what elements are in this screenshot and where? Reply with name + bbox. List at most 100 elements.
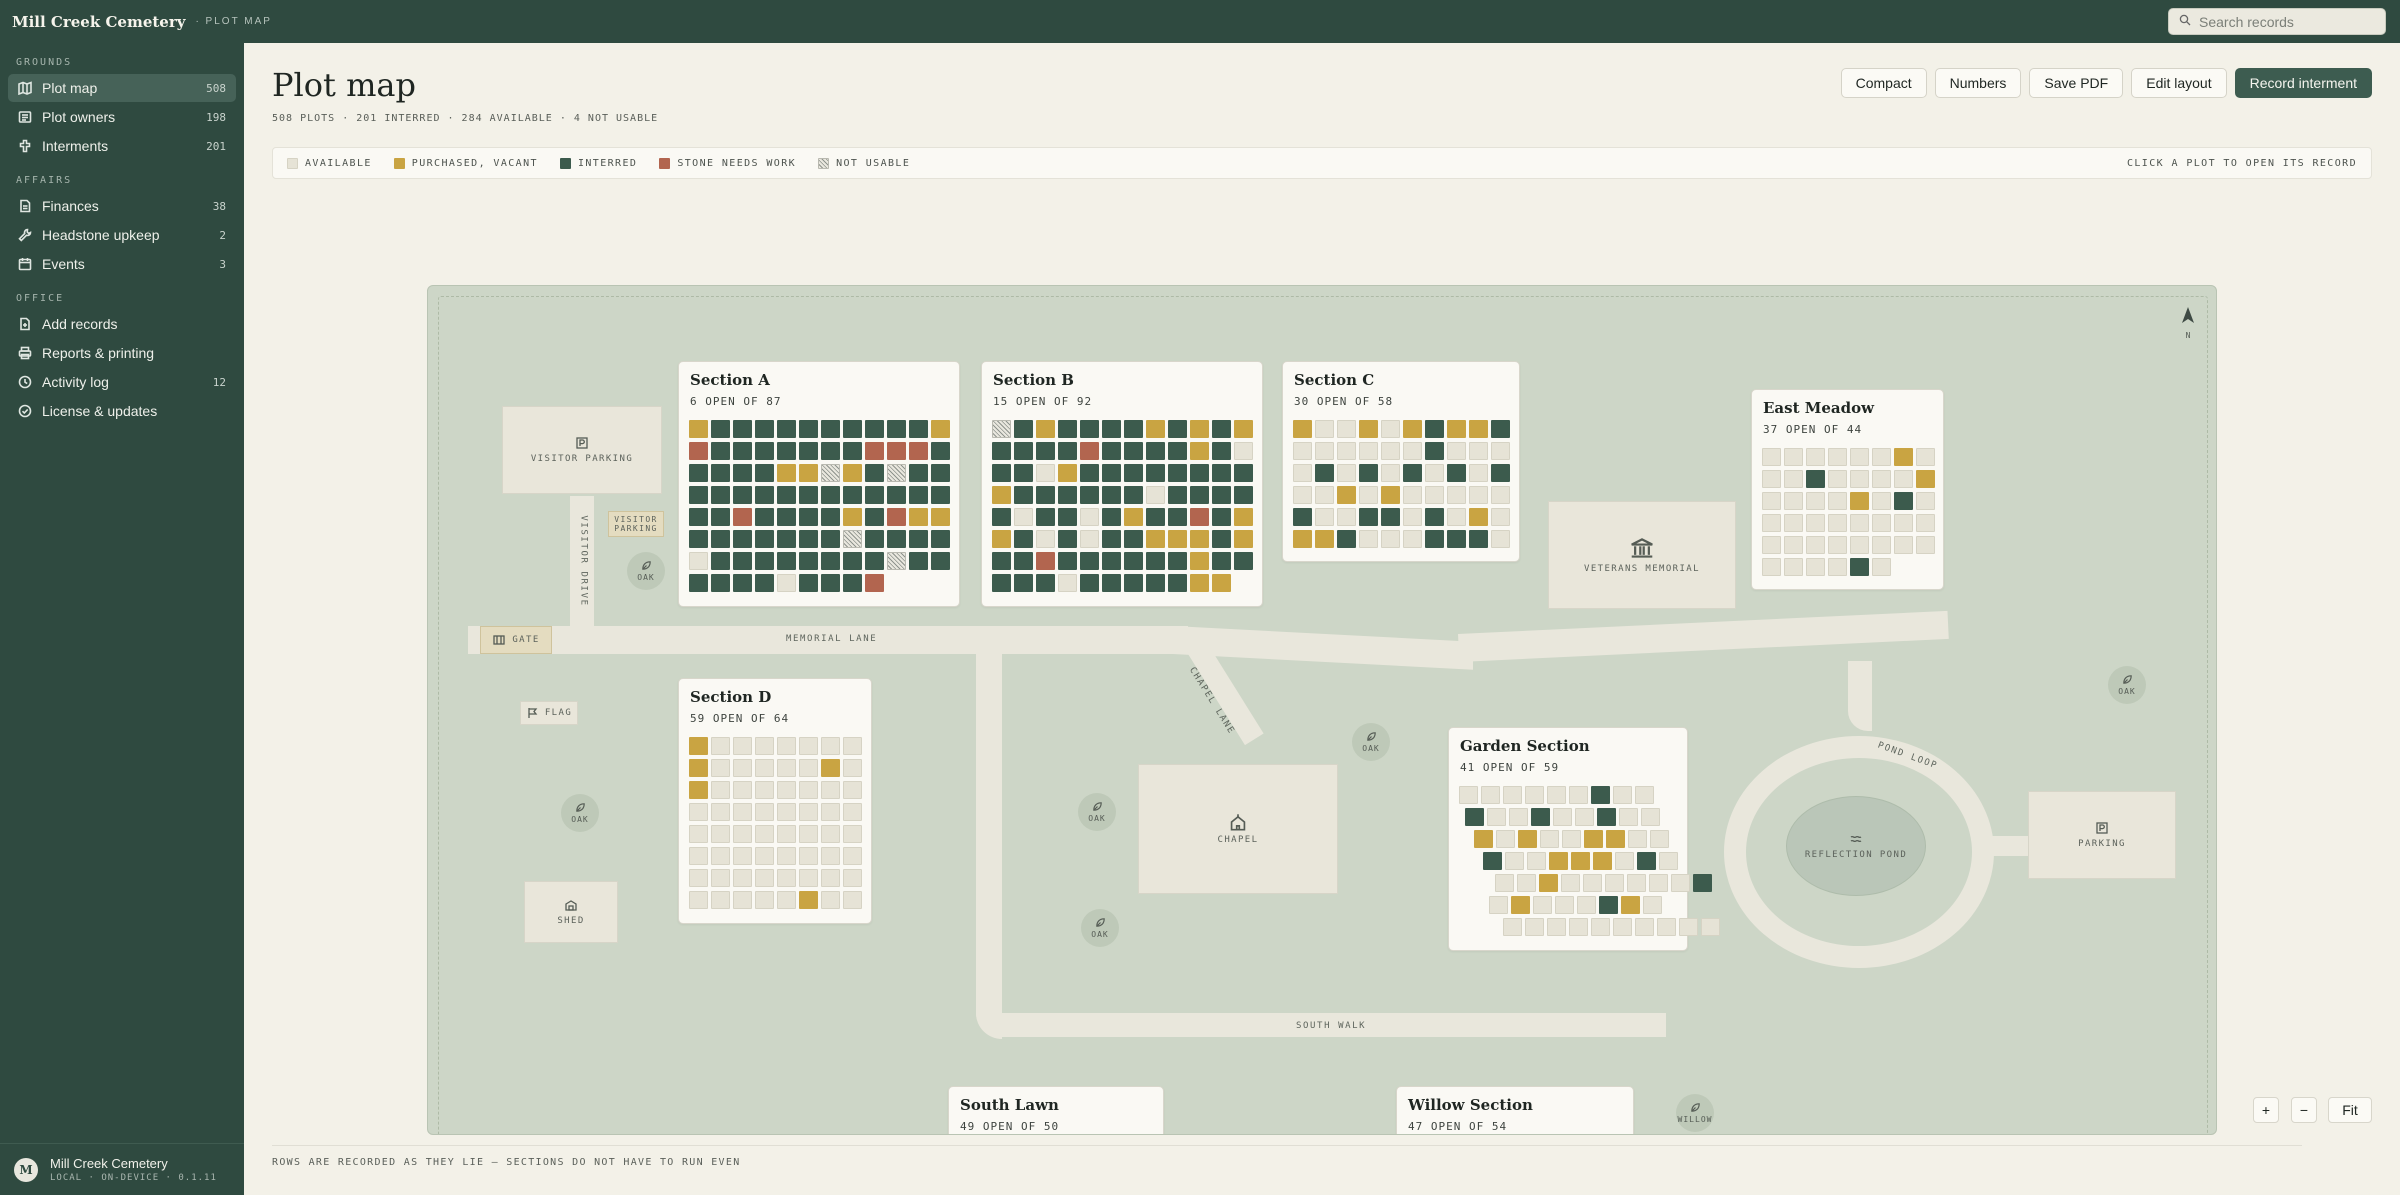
plot[interactable] — [1828, 536, 1847, 554]
section-section-a[interactable]: Section A 6 OPEN OF 87 — [678, 361, 960, 607]
plot[interactable] — [1511, 896, 1530, 914]
plot[interactable] — [1693, 874, 1712, 892]
plot[interactable] — [821, 891, 840, 909]
plot[interactable] — [1495, 874, 1514, 892]
plot[interactable] — [1562, 830, 1581, 848]
plot[interactable] — [1315, 530, 1334, 548]
plot[interactable] — [1315, 464, 1334, 482]
plot[interactable] — [1425, 464, 1444, 482]
plot[interactable] — [909, 552, 928, 570]
plot[interactable] — [1518, 830, 1537, 848]
plot[interactable] — [1459, 786, 1478, 804]
plot[interactable] — [1212, 574, 1231, 592]
plot[interactable] — [733, 552, 752, 570]
plot[interactable] — [777, 869, 796, 887]
plot[interactable] — [1635, 786, 1654, 804]
plot[interactable] — [1359, 530, 1378, 548]
plot[interactable] — [711, 847, 730, 865]
plot[interactable] — [1806, 470, 1825, 488]
plot[interactable] — [733, 847, 752, 865]
plot[interactable] — [1168, 530, 1187, 548]
plot[interactable] — [821, 464, 840, 482]
plot[interactable] — [843, 825, 862, 843]
section-section-d[interactable]: Section D 59 OPEN OF 64 — [678, 678, 872, 924]
plot[interactable] — [1491, 420, 1510, 438]
plot[interactable] — [1762, 514, 1781, 532]
plot[interactable] — [777, 759, 796, 777]
plot[interactable] — [1036, 552, 1055, 570]
plot[interactable] — [799, 825, 818, 843]
plot[interactable] — [1491, 530, 1510, 548]
plot[interactable] — [689, 574, 708, 592]
plot[interactable] — [1058, 420, 1077, 438]
plot[interactable] — [1569, 918, 1588, 936]
flag[interactable]: FLAG — [520, 701, 578, 725]
plot[interactable] — [755, 574, 774, 592]
plot[interactable] — [1555, 896, 1574, 914]
plot[interactable] — [711, 891, 730, 909]
record-interment-button[interactable]: Record interment — [2234, 68, 2372, 98]
plot[interactable] — [1190, 420, 1209, 438]
plot[interactable] — [865, 530, 884, 548]
plot[interactable] — [1337, 530, 1356, 548]
plot[interactable] — [865, 552, 884, 570]
plot[interactable] — [755, 869, 774, 887]
plot[interactable] — [1168, 464, 1187, 482]
plot[interactable] — [1447, 508, 1466, 526]
plot[interactable] — [733, 442, 752, 460]
plot[interactable] — [931, 442, 950, 460]
shed[interactable]: SHED — [524, 881, 618, 943]
plot[interactable] — [865, 486, 884, 504]
plot[interactable] — [1679, 918, 1698, 936]
plot[interactable] — [1894, 492, 1913, 510]
plot[interactable] — [1469, 530, 1488, 548]
plot[interactable] — [1621, 896, 1640, 914]
plot[interactable] — [1628, 830, 1647, 848]
plot[interactable] — [1483, 852, 1502, 870]
plot[interactable] — [1234, 464, 1253, 482]
plot[interactable] — [1447, 486, 1466, 504]
plot[interactable] — [843, 803, 862, 821]
plot[interactable] — [1762, 492, 1781, 510]
plot[interactable] — [1784, 536, 1803, 554]
plot[interactable] — [992, 552, 1011, 570]
plot[interactable] — [1212, 486, 1231, 504]
plot[interactable] — [1168, 552, 1187, 570]
plot[interactable] — [1190, 574, 1209, 592]
plot[interactable] — [1403, 420, 1422, 438]
plot[interactable] — [1850, 470, 1869, 488]
plot[interactable] — [821, 847, 840, 865]
plot[interactable] — [755, 464, 774, 482]
plot[interactable] — [1403, 464, 1422, 482]
plot[interactable] — [843, 737, 862, 755]
plot[interactable] — [689, 464, 708, 482]
gate[interactable]: GATE — [480, 626, 552, 654]
plot[interactable] — [1762, 470, 1781, 488]
plot[interactable] — [799, 869, 818, 887]
plot[interactable] — [1671, 874, 1690, 892]
plot[interactable] — [865, 508, 884, 526]
plot[interactable] — [1102, 508, 1121, 526]
plot[interactable] — [909, 442, 928, 460]
plot[interactable] — [1381, 530, 1400, 548]
plot[interactable] — [1124, 508, 1143, 526]
plot[interactable] — [1234, 486, 1253, 504]
plot[interactable] — [1605, 874, 1624, 892]
plot[interactable] — [1124, 486, 1143, 504]
plot[interactable] — [1425, 442, 1444, 460]
plot[interactable] — [1649, 874, 1668, 892]
numbers-button[interactable]: Numbers — [1934, 68, 2022, 98]
plot[interactable] — [843, 781, 862, 799]
plot[interactable] — [1641, 808, 1660, 826]
plot[interactable] — [711, 781, 730, 799]
plot[interactable] — [689, 891, 708, 909]
plot[interactable] — [843, 574, 862, 592]
parking-lot[interactable]: PARKING — [2028, 791, 2176, 879]
plot[interactable] — [843, 508, 862, 526]
plot[interactable] — [1190, 552, 1209, 570]
plot[interactable] — [1489, 896, 1508, 914]
plot[interactable] — [865, 574, 884, 592]
plot[interactable] — [1657, 918, 1676, 936]
plot[interactable] — [1102, 486, 1121, 504]
plot[interactable] — [1359, 420, 1378, 438]
